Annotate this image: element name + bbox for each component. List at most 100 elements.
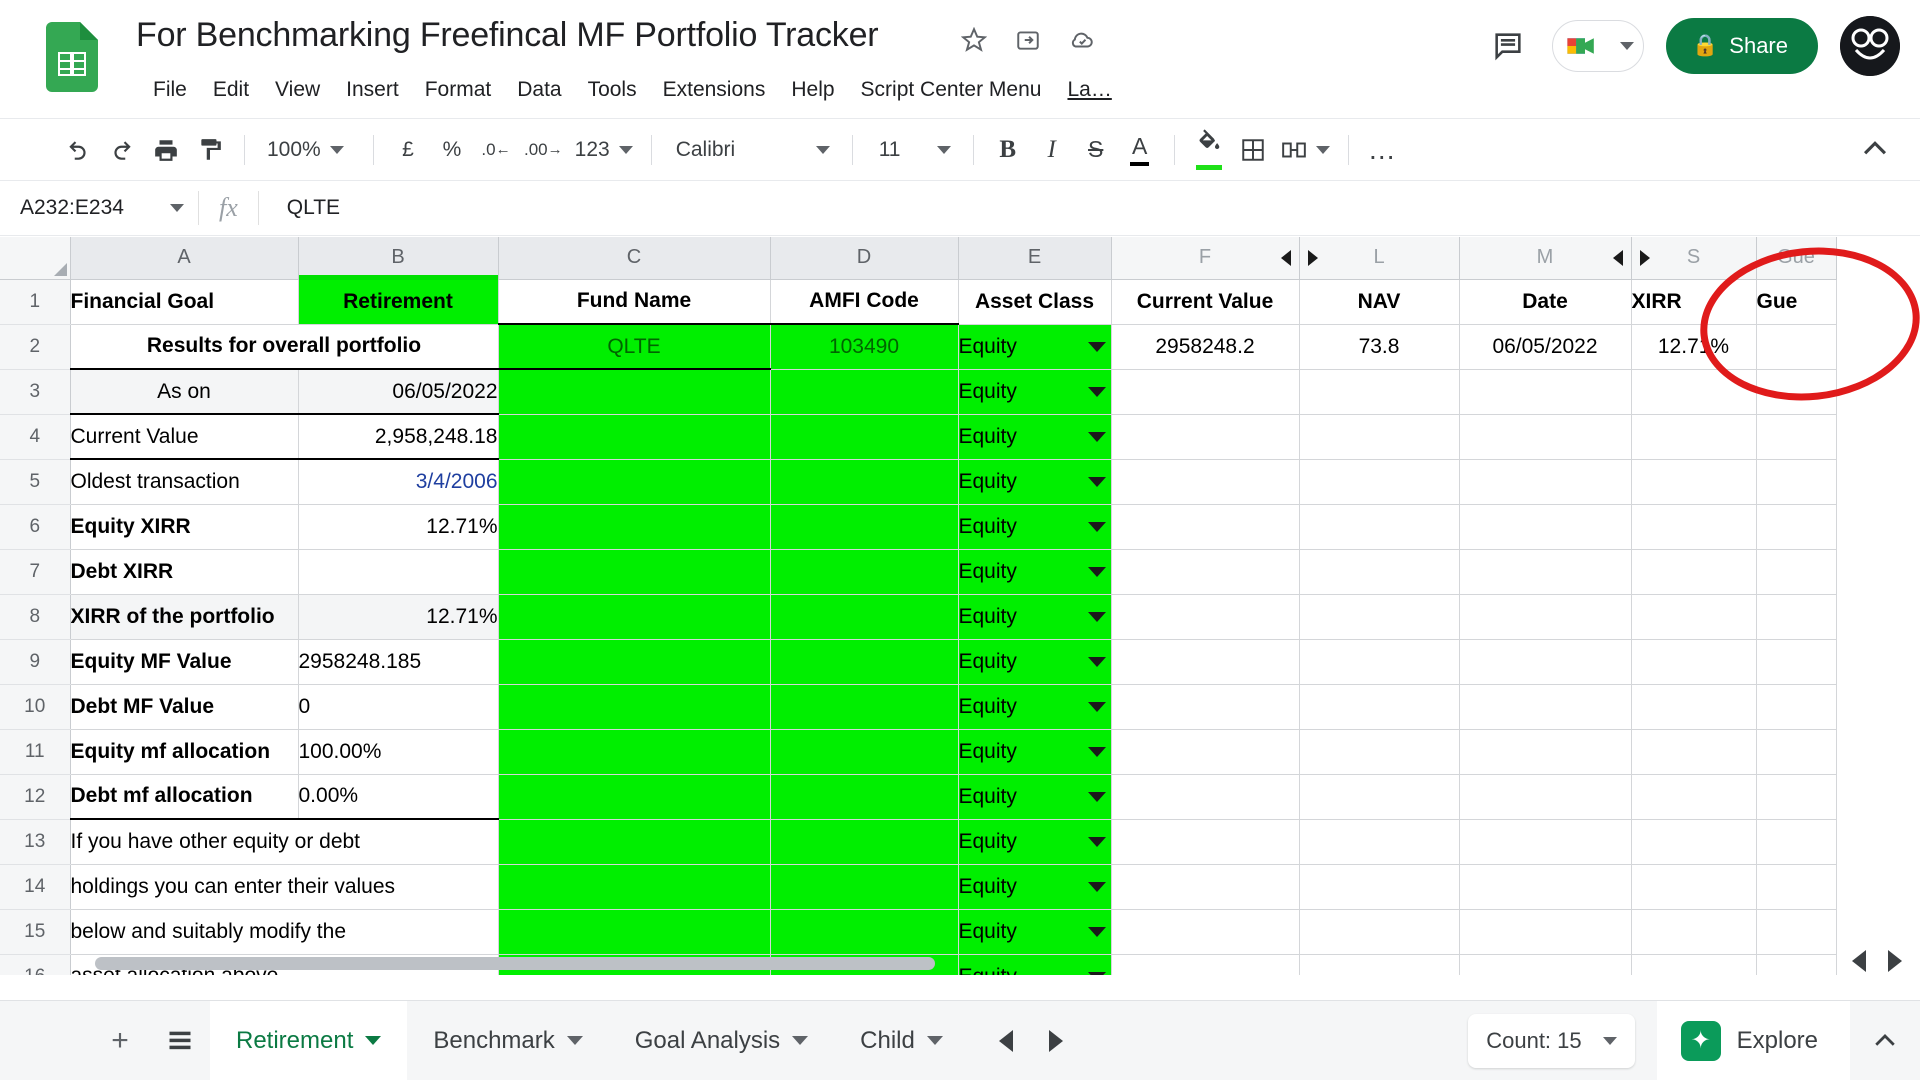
grid-cell[interactable]: Equity bbox=[958, 729, 1112, 775]
grid-cell[interactable] bbox=[1756, 594, 1837, 640]
grid-cell[interactable]: Equity mf allocation bbox=[70, 729, 299, 775]
grid-cell[interactable] bbox=[498, 459, 771, 505]
cell-dropdown-chevron-icon[interactable] bbox=[1087, 926, 1106, 937]
row-header-8[interactable]: 8 bbox=[0, 594, 71, 640]
grid-cell[interactable]: Equity bbox=[958, 864, 1112, 910]
cell-dropdown-chevron-icon[interactable] bbox=[1087, 971, 1106, 975]
grid-cell[interactable] bbox=[1756, 729, 1837, 775]
grid-cell[interactable]: Equity bbox=[958, 459, 1112, 505]
menu-data[interactable]: Data bbox=[504, 76, 574, 104]
grid-cell[interactable]: Equity bbox=[958, 909, 1112, 955]
grid-cell[interactable]: Equity bbox=[958, 324, 1112, 370]
grid-cell[interactable] bbox=[1299, 774, 1460, 820]
grid-cell[interactable] bbox=[1299, 504, 1460, 550]
grid-cell[interactable] bbox=[1459, 594, 1632, 640]
fill-color-icon[interactable] bbox=[1187, 128, 1231, 172]
formula-input[interactable]: QLTE bbox=[273, 196, 1920, 220]
column-header-f[interactable]: F bbox=[1111, 237, 1300, 280]
grid-cell[interactable] bbox=[1299, 909, 1460, 955]
user-avatar[interactable] bbox=[1840, 16, 1900, 76]
grid-cell[interactable] bbox=[1459, 684, 1632, 730]
grid-cell[interactable] bbox=[498, 594, 771, 640]
redo-icon[interactable] bbox=[100, 128, 144, 172]
grid-cell[interactable]: If you have other equity or debt bbox=[70, 819, 499, 865]
column-header-gue[interactable]: Gue bbox=[1756, 237, 1837, 280]
grid-cell[interactable] bbox=[1299, 864, 1460, 910]
grid-cell[interactable] bbox=[1459, 369, 1632, 415]
grid-cell[interactable] bbox=[1111, 549, 1300, 595]
grid-cell[interactable]: Financial Goal bbox=[70, 279, 299, 325]
explore-button[interactable]: ✦ Explore bbox=[1656, 1000, 1850, 1080]
grid-cell[interactable] bbox=[1111, 774, 1300, 820]
grid-cell[interactable] bbox=[1631, 639, 1757, 685]
grid-cell[interactable] bbox=[1111, 504, 1300, 550]
grid-cell[interactable] bbox=[1459, 819, 1632, 865]
zoom-selector[interactable]: 100% bbox=[257, 128, 361, 172]
grid-cell[interactable]: 2958248.185 bbox=[298, 639, 499, 685]
cell-dropdown-chevron-icon[interactable] bbox=[1087, 701, 1106, 712]
grid-cell[interactable] bbox=[1459, 549, 1632, 595]
grid-cell[interactable] bbox=[770, 414, 959, 460]
grid-cell[interactable] bbox=[770, 549, 959, 595]
menu-edit[interactable]: Edit bbox=[200, 76, 262, 104]
grid-cell[interactable]: 12.71% bbox=[1631, 324, 1757, 370]
sheet-tab-chevron-down-icon[interactable] bbox=[792, 1036, 809, 1045]
cell-dropdown-chevron-icon[interactable] bbox=[1087, 746, 1106, 757]
cell-dropdown-chevron-icon[interactable] bbox=[1087, 341, 1106, 352]
grid-cell[interactable] bbox=[1631, 954, 1757, 975]
sheet-tab-retirement[interactable]: Retirement bbox=[210, 1000, 408, 1080]
grid-cell[interactable] bbox=[1459, 909, 1632, 955]
grid-cell[interactable] bbox=[1756, 414, 1837, 460]
cell-dropdown-chevron-icon[interactable] bbox=[1087, 836, 1106, 847]
grid-cell[interactable] bbox=[498, 504, 771, 550]
grid-cell[interactable] bbox=[1111, 594, 1300, 640]
column-header-c[interactable]: C bbox=[498, 237, 771, 280]
grid-cell[interactable] bbox=[770, 459, 959, 505]
next-sheet-icon[interactable] bbox=[1048, 1029, 1063, 1052]
menu-view[interactable]: View bbox=[262, 76, 333, 104]
text-color-button[interactable]: A bbox=[1118, 128, 1162, 172]
saved-to-drive-cloud-icon[interactable] bbox=[1068, 26, 1096, 54]
collapse-left-icon[interactable] bbox=[1280, 249, 1291, 266]
grid-cell[interactable]: Equity bbox=[958, 414, 1112, 460]
grid-cell[interactable]: 103490 bbox=[770, 324, 959, 370]
grid-cell[interactable] bbox=[1299, 594, 1460, 640]
cell-dropdown-chevron-icon[interactable] bbox=[1087, 881, 1106, 892]
grid-cell[interactable] bbox=[1299, 549, 1460, 595]
grid-cell[interactable] bbox=[498, 819, 771, 865]
grid-cell[interactable] bbox=[1756, 774, 1837, 820]
grid-cell[interactable] bbox=[1459, 729, 1632, 775]
grid-cell[interactable]: Debt MF Value bbox=[70, 684, 299, 730]
grid-cell[interactable] bbox=[1459, 639, 1632, 685]
column-header-b[interactable]: B bbox=[298, 237, 499, 280]
scroll-right-icon[interactable] bbox=[1888, 950, 1902, 972]
grid-cell[interactable] bbox=[1111, 954, 1300, 975]
grid-cell[interactable]: 0.00% bbox=[298, 774, 499, 820]
grid-cell[interactable]: Equity bbox=[958, 639, 1112, 685]
column-header-d[interactable]: D bbox=[770, 237, 959, 280]
grid-cell[interactable] bbox=[1111, 864, 1300, 910]
grid-cell[interactable] bbox=[1631, 504, 1757, 550]
grid-cell[interactable]: XIRR bbox=[1631, 279, 1757, 325]
grid-cell[interactable] bbox=[1631, 864, 1757, 910]
grid-cell[interactable] bbox=[498, 909, 771, 955]
borders-icon[interactable] bbox=[1231, 128, 1275, 172]
grid-cell[interactable] bbox=[770, 819, 959, 865]
grid-cell[interactable] bbox=[1756, 819, 1837, 865]
grid-cell[interactable] bbox=[1631, 414, 1757, 460]
grid-cell[interactable]: 2,958,248.18 bbox=[298, 414, 499, 460]
spreadsheet-grid[interactable]: A B C D E F L M S Gue 1 Financial Goal Retirement Fu… bbox=[0, 237, 1920, 975]
italic-button[interactable]: I bbox=[1030, 128, 1074, 172]
previous-sheet-icon[interactable] bbox=[998, 1029, 1013, 1052]
grid-cell[interactable] bbox=[1299, 414, 1460, 460]
grid-cell[interactable] bbox=[1631, 594, 1757, 640]
meet-chevron-down-icon[interactable] bbox=[1619, 42, 1634, 50]
grid-cell[interactable]: 12.71% bbox=[298, 594, 499, 640]
cell-dropdown-chevron-icon[interactable] bbox=[1087, 476, 1106, 487]
grid-cell[interactable]: Equity bbox=[958, 369, 1112, 415]
cell-dropdown-chevron-icon[interactable] bbox=[1087, 386, 1106, 397]
grid-cell[interactable]: 0 bbox=[298, 684, 499, 730]
grid-cell[interactable] bbox=[1756, 504, 1837, 550]
grid-cell[interactable]: 06/05/2022 bbox=[298, 369, 499, 415]
grid-cell[interactable] bbox=[770, 504, 959, 550]
